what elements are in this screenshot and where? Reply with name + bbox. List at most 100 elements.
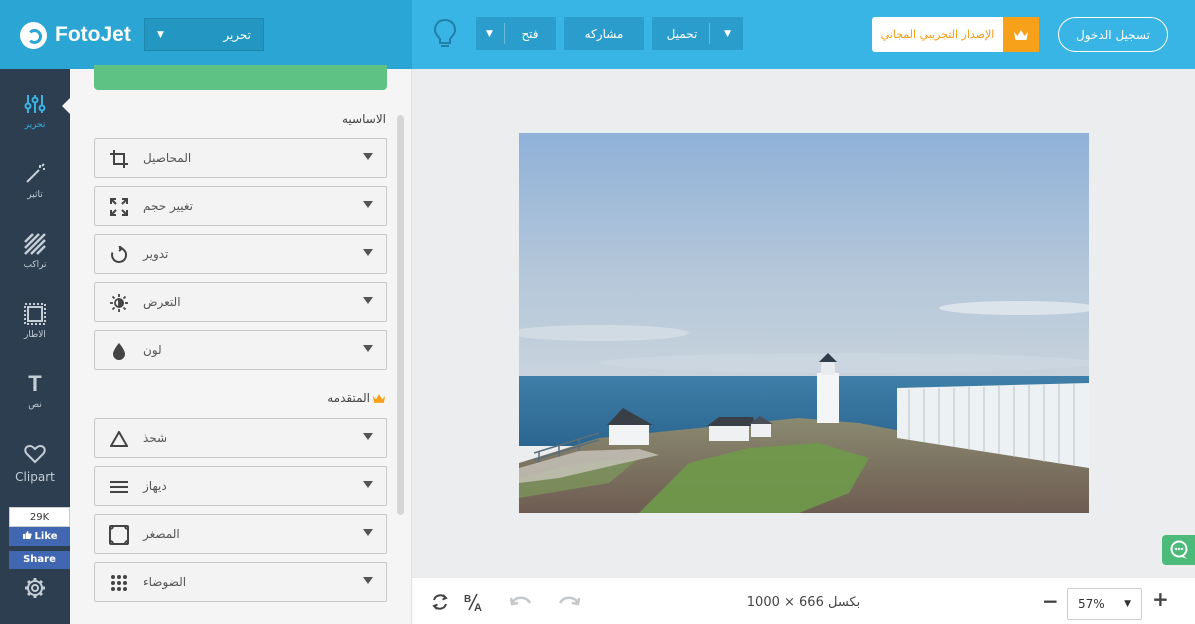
rail-item-overlay[interactable]: تراكب [0, 231, 70, 291]
heart-icon [24, 441, 46, 467]
crown-icon [1003, 17, 1039, 52]
thumbs-up-icon [22, 530, 32, 543]
tool-label: التعرض [143, 295, 181, 309]
lightbulb-icon[interactable] [432, 18, 458, 50]
fb-like-label: Like [34, 531, 58, 542]
tool-sharpen[interactable]: شحذ [94, 418, 387, 458]
noise-dots-icon [109, 573, 129, 593]
tool-label: تغيير حجم [143, 199, 193, 213]
login-label: تسجيل الدخول [1076, 27, 1150, 42]
chevron-down-icon [363, 577, 373, 584]
magic-wand-icon [24, 161, 46, 187]
canvas-area [412, 69, 1195, 577]
mode-select[interactable]: ▼ تحرير [144, 18, 264, 51]
logo-mark-icon [20, 21, 47, 49]
chevron-down-icon [363, 201, 373, 208]
panel-scrollbar[interactable] [397, 115, 404, 515]
chevron-down-icon [363, 153, 373, 160]
top-bar: FotoJet ▼ تحرير ▼ فتح مشاركه تحميل ▼ الإ… [0, 0, 1195, 69]
tool-dehaze[interactable]: ديهاز [94, 466, 387, 506]
chevron-down-icon [363, 433, 373, 440]
rail-item-frame[interactable]: الاطار [0, 301, 70, 361]
tool-resize[interactable]: تغيير حجم [94, 186, 387, 226]
logo-text: FotoJet [55, 23, 131, 46]
resize-icon [109, 197, 129, 217]
section-title-advanced-label: المتقدمه [327, 391, 370, 405]
rail-item-label: تحرير [24, 120, 46, 130]
tool-noise[interactable]: الضوضاء [94, 562, 387, 602]
vignette-icon [109, 525, 129, 545]
tool-vignette[interactable]: المصغر [94, 514, 387, 554]
lighthouse-photo[interactable] [519, 133, 1089, 513]
color-drop-icon [109, 341, 129, 361]
tool-label: ديهاز [143, 479, 167, 493]
chevron-down-icon: ▼ [1124, 599, 1131, 609]
apply-button[interactable] [94, 65, 387, 90]
mode-select-value: تحرير [223, 27, 251, 42]
rail-item-label: تاثير [27, 190, 43, 200]
triangle-icon [109, 429, 129, 449]
fb-like-button[interactable]: Like [9, 527, 70, 546]
brightness-icon [109, 293, 129, 313]
download-button[interactable]: تحميل ▼ [652, 17, 743, 50]
rotate-icon [109, 245, 129, 265]
tool-rotate[interactable]: تدوير [94, 234, 387, 274]
tool-label: الضوضاء [143, 575, 187, 589]
frame-icon [24, 301, 46, 327]
chevron-down-icon [363, 481, 373, 488]
sliders-icon [24, 91, 46, 117]
chat-icon [1170, 540, 1187, 559]
bottom-bar: B A 1000 × 666 بكسل − 57% ▼ + [412, 577, 1195, 624]
fb-share-button[interactable]: Share [9, 551, 70, 569]
open-label: فتح [521, 26, 539, 41]
tool-label: لون [143, 343, 162, 357]
free-trial-label: الإصدار التجريبي المجاني [880, 28, 995, 41]
rail-item-label: نص [28, 400, 42, 410]
rail-item-label: الاطار [24, 330, 46, 340]
gear-icon[interactable] [24, 577, 46, 599]
rail-item-label: Clipart [15, 470, 55, 484]
share-label: مشاركه [584, 26, 624, 41]
rail-item-edit[interactable]: تحرير [0, 91, 70, 151]
crop-icon [109, 149, 129, 169]
fb-like-count: 29K [9, 507, 70, 527]
zoom-select[interactable]: 57% ▼ [1067, 588, 1142, 620]
tool-label: تدوير [143, 247, 169, 261]
overlay-stripes-icon [24, 231, 46, 257]
rail-item-effect[interactable]: تاثير [0, 161, 70, 221]
tool-label: المصغر [143, 527, 180, 541]
tool-label: شحذ [143, 431, 168, 445]
divider [709, 23, 710, 44]
tool-exposure[interactable]: التعرض [94, 282, 387, 322]
chevron-down-icon: ▼ [157, 29, 164, 40]
tool-crop[interactable]: المحاصيل [94, 138, 387, 178]
text-icon: T [28, 371, 42, 396]
tool-color[interactable]: لون [94, 330, 387, 370]
facebook-widget: 29K Like Share [9, 507, 70, 569]
left-rail: تحرير تاثير تراكب الاطار T نص Clipart 29… [0, 69, 71, 624]
chevron-down-icon [363, 249, 373, 256]
chat-button[interactable] [1162, 535, 1195, 565]
chevron-down-icon: ▼ [724, 28, 731, 39]
dehaze-lines-icon [109, 477, 129, 497]
rail-item-text[interactable]: T نص [0, 371, 70, 431]
chevron-down-icon [363, 529, 373, 536]
chevron-down-icon [363, 345, 373, 352]
free-trial-button[interactable]: الإصدار التجريبي المجاني [872, 17, 1039, 52]
rail-item-label: تراكب [23, 260, 47, 270]
section-title-basic: الاساسيه [342, 112, 386, 126]
logo[interactable]: FotoJet [20, 20, 131, 50]
top-bar-left: FotoJet ▼ تحرير [0, 0, 412, 69]
rail-item-clipart[interactable]: Clipart [0, 441, 70, 501]
zoom-in-button[interactable]: + [1152, 587, 1169, 611]
crown-icon [372, 393, 386, 403]
zoom-out-button[interactable]: − [1042, 589, 1059, 613]
share-button[interactable]: مشاركه [564, 17, 644, 50]
section-title-advanced: المتقدمه [327, 391, 386, 405]
chevron-down-icon [363, 297, 373, 304]
open-button[interactable]: ▼ فتح [476, 17, 556, 50]
zoom-value: 57% [1078, 597, 1105, 611]
login-button[interactable]: تسجيل الدخول [1058, 17, 1168, 52]
tool-label: المحاصيل [143, 151, 192, 165]
download-label: تحميل [666, 26, 698, 41]
